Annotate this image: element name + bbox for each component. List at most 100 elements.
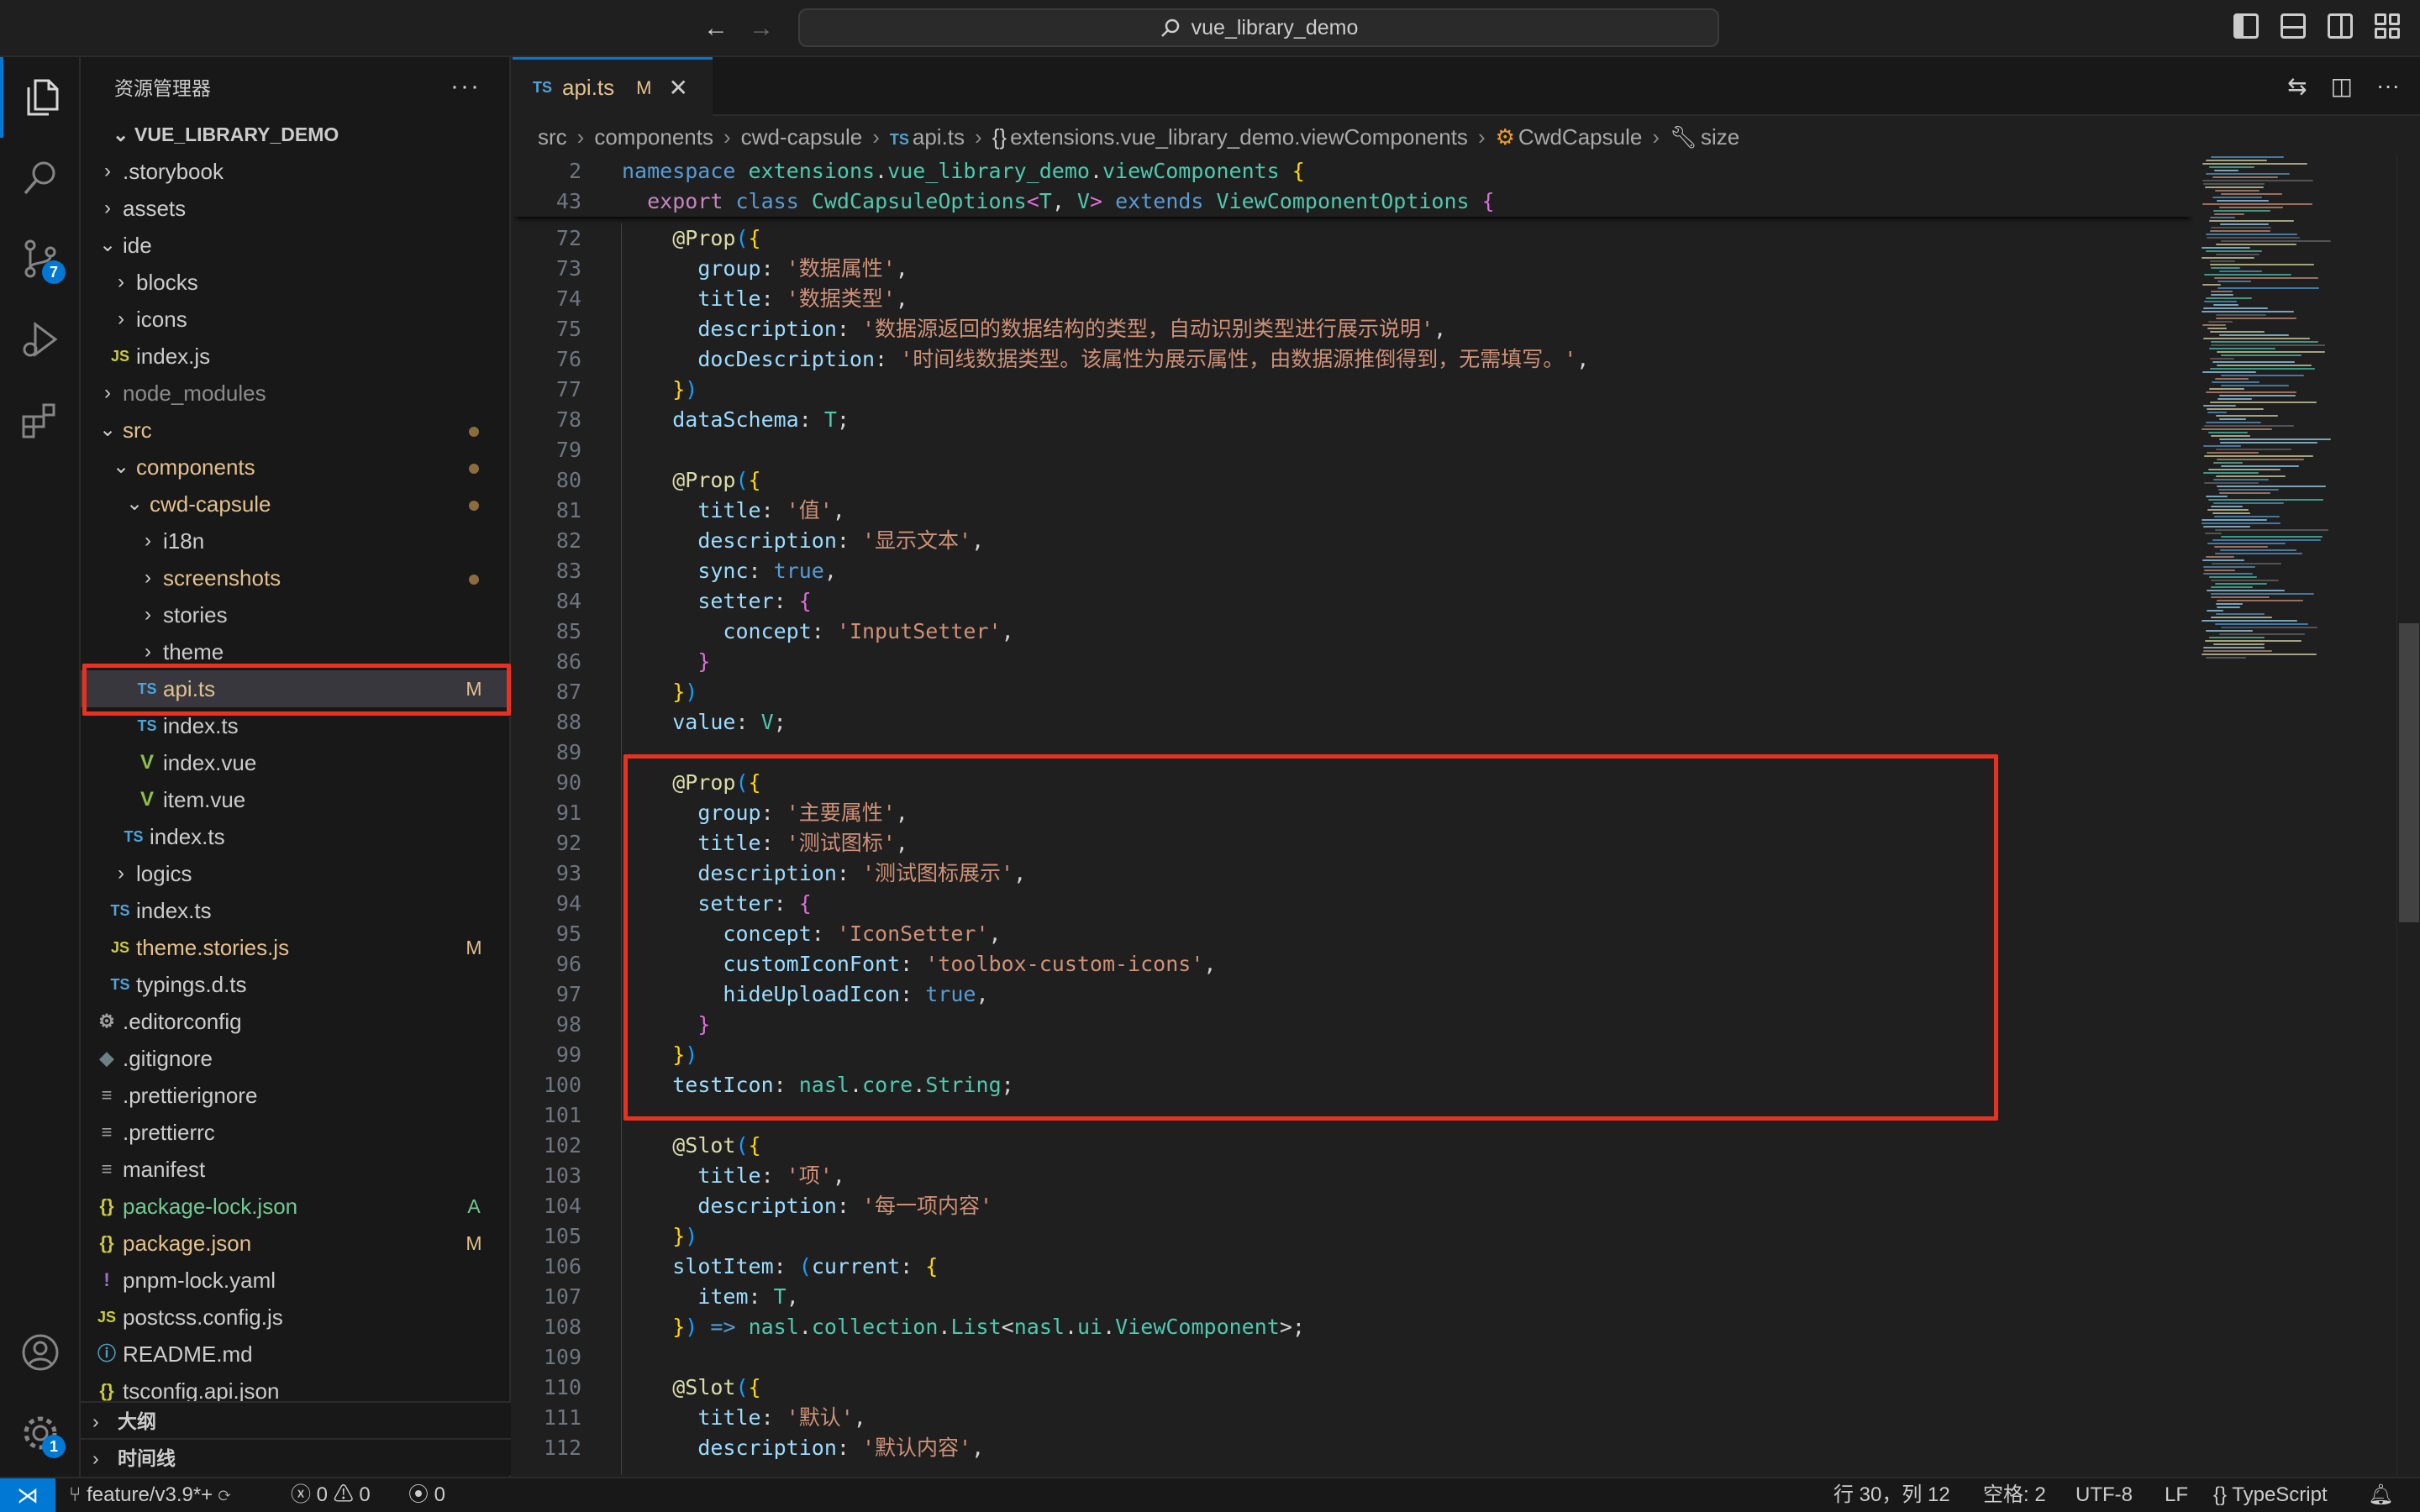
branch-status[interactable]: ⑂ feature/v3.9*+ ⟳ — [69, 1478, 230, 1512]
tree-file[interactable]: ◆ .gitignore — [81, 1040, 509, 1077]
open-changes-icon[interactable]: ⇆ — [2287, 72, 2307, 100]
code-line[interactable]: 94 setter: { — [513, 889, 2193, 919]
code-line[interactable]: 89 — [513, 738, 2193, 768]
breadcrumb-item-class[interactable]: ⚙ CwdCapsule — [1496, 124, 1643, 150]
tree-folder[interactable]: ⌄ components — [81, 449, 509, 486]
code-lines[interactable]: 72 @Prop({73 group: '数据属性', 74 title: '数据… — [513, 223, 2193, 1463]
tree-file[interactable]: ≡ .prettierrc — [81, 1114, 509, 1151]
tree-file[interactable]: TS api.ts M — [81, 670, 509, 707]
code-line[interactable]: 112 description: '默认内容', — [513, 1433, 2193, 1463]
more-actions-icon[interactable]: ··· — [2376, 72, 2400, 100]
code-line[interactable]: 106 slotItem: (current: { — [513, 1252, 2193, 1282]
sticky-scroll[interactable]: 2 namespace extensions.vue_library_demo.v… — [513, 156, 2193, 217]
outline-section[interactable]: › 大纲 — [81, 1401, 511, 1438]
tree-file[interactable]: Vindex.vue — [81, 744, 509, 781]
tree-file[interactable]: {} package.json M — [81, 1225, 509, 1262]
tree-file[interactable]: TS index.ts — [81, 818, 509, 855]
breadcrumb-item[interactable]: cwd-capsule — [741, 124, 863, 150]
tree-file[interactable]: JS postcss.config.js — [81, 1299, 509, 1336]
ports-status[interactable]: ⦿ 0 — [408, 1478, 445, 1512]
tree-folder[interactable]: › i18n — [81, 522, 509, 559]
code-line[interactable]: 107 item: T, — [513, 1282, 2193, 1312]
tree-file[interactable]: ⓘ README.md — [81, 1336, 509, 1373]
code-line[interactable]: 73 group: '数据属性', — [513, 254, 2193, 284]
source-control-icon[interactable]: 7 — [0, 218, 81, 299]
code-line[interactable]: 101 — [513, 1100, 2193, 1131]
tree-file[interactable]: ⚙ .editorconfig — [81, 1003, 509, 1040]
code-line[interactable]: 77 }) — [513, 375, 2193, 405]
more-actions-icon[interactable]: ··· — [450, 72, 481, 101]
settings-gear-icon[interactable]: 1 — [0, 1393, 81, 1473]
close-icon[interactable]: ✕ — [669, 74, 688, 102]
cursor-position[interactable]: 行 30，列 12 — [1833, 1478, 1950, 1512]
tree-folder[interactable]: › logics — [81, 855, 509, 892]
command-center-search[interactable]: vue_library_demo — [798, 8, 1719, 47]
tree-file[interactable]: TS typings.d.ts — [81, 966, 509, 1003]
tree-folder[interactable]: › stories — [81, 596, 509, 633]
code-line[interactable]: 95 concept: 'IconSetter', — [513, 919, 2193, 949]
tree-folder[interactable]: › assets — [81, 190, 509, 227]
tree-folder[interactable]: › screenshots — [81, 559, 509, 596]
tree-folder[interactable]: › blocks — [81, 264, 509, 301]
breadcrumb-item[interactable]: src — [538, 124, 567, 150]
remote-indicator-icon[interactable]: ⋊ — [0, 1478, 55, 1512]
code-line[interactable]: 96 customIconFont: 'toolbox-custom-icons… — [513, 949, 2193, 979]
code-line[interactable]: 80 @Prop({ — [513, 465, 2193, 496]
tree-file[interactable]: JS index.js — [81, 338, 509, 375]
tree-file[interactable]: ≡ .prettierignore — [81, 1077, 509, 1114]
code-line[interactable]: 102 @Slot({ — [513, 1131, 2193, 1161]
code-line[interactable]: 86 } — [513, 647, 2193, 677]
customize-layout-icon[interactable] — [2375, 13, 2400, 39]
notifications-bell-icon[interactable]: 🔔︎ — [2368, 1478, 2393, 1512]
language-status[interactable]: {} TypeScript — [2213, 1478, 2328, 1512]
code-line[interactable]: 90 @Prop({ — [513, 768, 2193, 798]
arrow-right-icon[interactable]: → — [744, 12, 778, 45]
code-line[interactable]: 92 title: '测试图标', — [513, 828, 2193, 858]
split-editor-icon[interactable]: ◫ — [2331, 72, 2353, 100]
workspace-root[interactable]: ⌄ VUE_LIBRARY_DEMO — [81, 116, 509, 153]
code-line[interactable]: 99 }) — [513, 1040, 2193, 1070]
code-line[interactable]: 109 — [513, 1342, 2193, 1373]
code-line[interactable]: 78 dataSchema: T; — [513, 405, 2193, 435]
code-line[interactable]: 72 @Prop({ — [513, 223, 2193, 254]
code-line[interactable]: 87 }) — [513, 677, 2193, 707]
arrow-left-icon[interactable]: ← — [699, 12, 733, 45]
scrollbar-thumb[interactable] — [2399, 623, 2419, 922]
tree-folder[interactable]: › node_modules — [81, 375, 509, 412]
tree-file[interactable]: TS index.ts — [81, 892, 509, 929]
explorer-icon[interactable] — [0, 57, 81, 138]
breadcrumb-item-file[interactable]: TS api.ts — [890, 124, 965, 150]
code-line[interactable]: 103 title: '项', — [513, 1161, 2193, 1191]
toggle-secondary-sidebar-icon[interactable] — [2328, 13, 2353, 39]
code-editor[interactable]: 2 namespace extensions.vue_library_demo.v… — [513, 156, 2193, 1475]
code-line[interactable]: 93 description: '测试图标展示', — [513, 858, 2193, 889]
breadcrumb-item-namespace[interactable]: {} extensions.vue_library_demo.viewCompon… — [992, 124, 1468, 150]
code-line[interactable]: 81 title: '值', — [513, 496, 2193, 526]
tab-api-ts[interactable]: TS api.ts M ✕ — [513, 57, 713, 116]
code-line[interactable]: 98 } — [513, 1010, 2193, 1040]
vertical-scrollbar[interactable] — [2396, 156, 2420, 1475]
problems-status[interactable]: ⓧ 0 ⚠ 0 — [291, 1478, 371, 1512]
tree-folder[interactable]: ⌄ src — [81, 412, 509, 449]
code-line[interactable]: 85 concept: 'InputSetter', — [513, 617, 2193, 647]
breadcrumb-item[interactable]: components — [594, 124, 713, 150]
code-line[interactable]: 104 description: '每一项内容' — [513, 1191, 2193, 1221]
code-line[interactable]: 91 group: '主要属性', — [513, 798, 2193, 828]
code-line[interactable]: 111 title: '默认', — [513, 1403, 2193, 1433]
tree-folder[interactable]: ⌄ ide — [81, 227, 509, 264]
tree-file[interactable]: TS index.ts — [81, 707, 509, 744]
code-line[interactable]: 105 }) — [513, 1221, 2193, 1252]
tree-file[interactable]: JS theme.stories.js M — [81, 929, 509, 966]
code-line[interactable]: 84 setter: { — [513, 586, 2193, 617]
tree-file[interactable]: {} package-lock.json A — [81, 1188, 509, 1225]
tree-folder[interactable]: › theme — [81, 633, 509, 670]
code-line[interactable]: 88 value: V; — [513, 707, 2193, 738]
toggle-primary-sidebar-icon[interactable] — [2233, 13, 2259, 39]
code-line[interactable]: 75 description: '数据源返回的数据结构的类型，自动识别类型进行展… — [513, 314, 2193, 344]
tree-folder[interactable]: › .storybook — [81, 153, 509, 190]
run-debug-icon[interactable] — [0, 299, 81, 380]
code-line[interactable]: 79 — [513, 435, 2193, 465]
sticky-code-line[interactable]: 2 namespace extensions.vue_library_demo.v… — [513, 156, 2193, 186]
toggle-panel-icon[interactable] — [2281, 13, 2306, 39]
indentation-status[interactable]: 空格: 2 — [1983, 1478, 2046, 1512]
